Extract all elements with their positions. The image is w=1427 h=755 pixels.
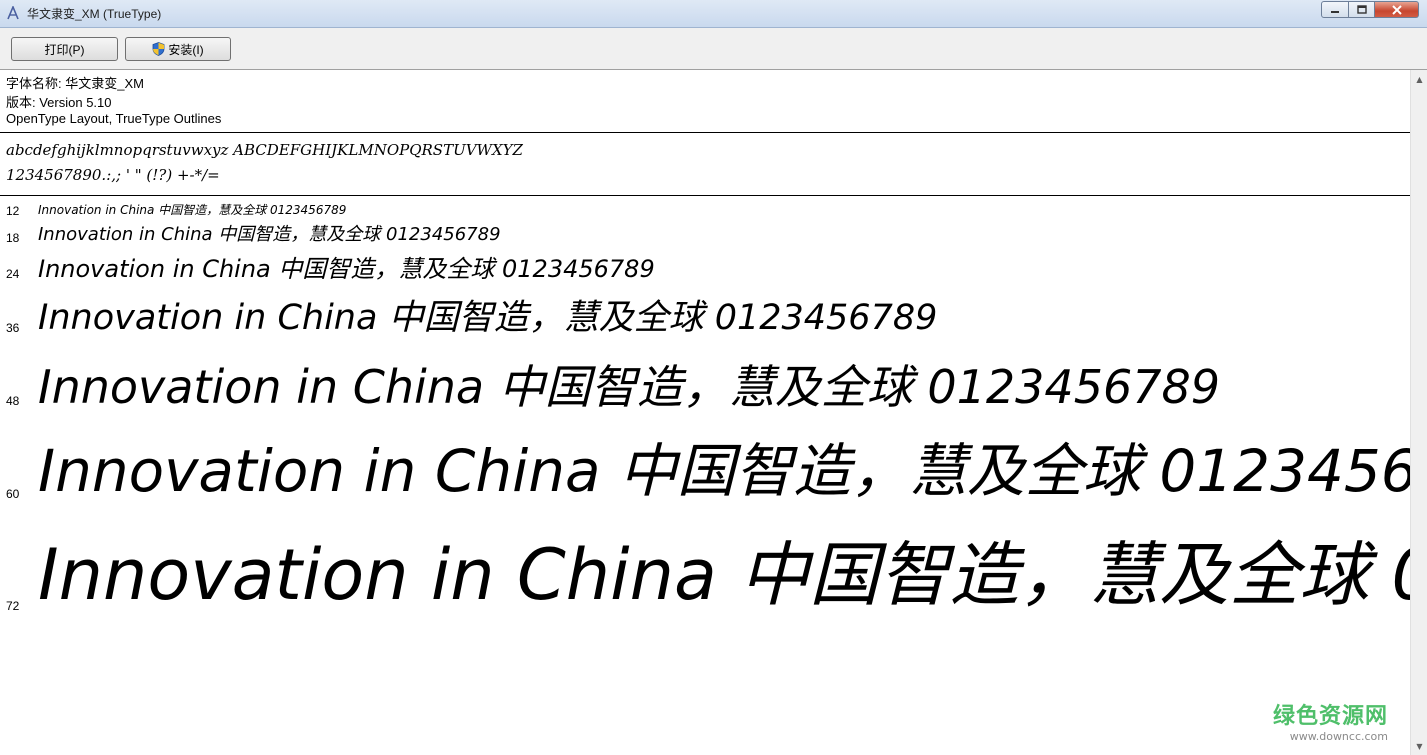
size-label: 12 — [6, 204, 20, 218]
watermark-name: 绿色资源网 — [1272, 704, 1388, 729]
print-button[interactable]: 打印(P) — [11, 37, 118, 61]
window-controls — [1321, 1, 1419, 20]
sample-text: Innovation in China 中国智造，慧及全球 0123456789 — [38, 534, 1410, 616]
divider — [0, 132, 1410, 133]
font-type-line: OpenType Layout, TrueType Outlines — [6, 111, 222, 126]
toolbar: 打印(P) 安装(I) — [0, 28, 1427, 70]
size-label: 48 — [6, 394, 20, 408]
size-label: 60 — [6, 487, 20, 501]
scroll-down-arrow[interactable]: ▼ — [1412, 738, 1427, 754]
install-button-label: 安装(I) — [168, 42, 204, 57]
print-button-label: 打印(P) — [44, 42, 85, 57]
shield-icon — [152, 42, 165, 56]
minimize-icon — [1331, 10, 1339, 13]
maximize-button[interactable] — [1349, 1, 1375, 18]
size-label: 72 — [6, 599, 20, 613]
watermark-url: www.downcc.com — [1289, 730, 1388, 743]
maximize-icon — [1356, 5, 1367, 14]
charset-letters: abcdefghijklmnopqrstuvwxyz ABCDEFGHIJKLM… — [6, 141, 523, 159]
install-button[interactable]: 安装(I) — [125, 37, 231, 61]
sample-text: Innovation in China 中国智造，慧及全球 0123456789 — [38, 360, 1221, 414]
font-name-line: 字体名称: 华文隶变_XM — [6, 76, 144, 91]
window-title: 华文隶变_XM (TrueType) — [27, 7, 162, 21]
font-version-line: 版本: Version 5.10 — [6, 95, 112, 110]
close-icon — [1391, 4, 1402, 15]
watermark: 绿色资源网 www.downcc.com — [1273, 698, 1388, 743]
size-label: 18 — [6, 231, 20, 245]
size-label: 24 — [6, 267, 20, 281]
font-app-icon — [7, 6, 19, 20]
size-label: 36 — [6, 321, 20, 335]
sample-text: Innovation in China 中国智造，慧及全球 0123456789 — [38, 255, 655, 283]
sample-text: Innovation in China 中国智造，慧及全球 0123456789 — [38, 203, 347, 217]
divider — [0, 195, 1410, 196]
sample-text: Innovation in China 中国智造，慧及全球 0123456789 — [38, 224, 501, 245]
sample-text: Innovation in China 中国智造，慧及全球 0123456789 — [38, 437, 1410, 505]
minimize-button[interactable] — [1321, 1, 1349, 18]
charset-digits-symbols: 1234567890.:,; ' " (!?) +-*/= — [6, 166, 220, 184]
scroll-up-arrow[interactable]: ▲ — [1412, 71, 1427, 87]
title-bar: 华文隶变_XM (TrueType) — [0, 0, 1427, 28]
sample-text: Innovation in China 中国智造，慧及全球 0123456789 — [38, 298, 938, 338]
vertical-scrollbar[interactable]: ▲ ▼ — [1410, 70, 1427, 755]
close-button[interactable] — [1375, 1, 1419, 18]
font-preview-pane: 字体名称: 华文隶变_XM 版本: Version 5.10 OpenType … — [0, 70, 1410, 755]
